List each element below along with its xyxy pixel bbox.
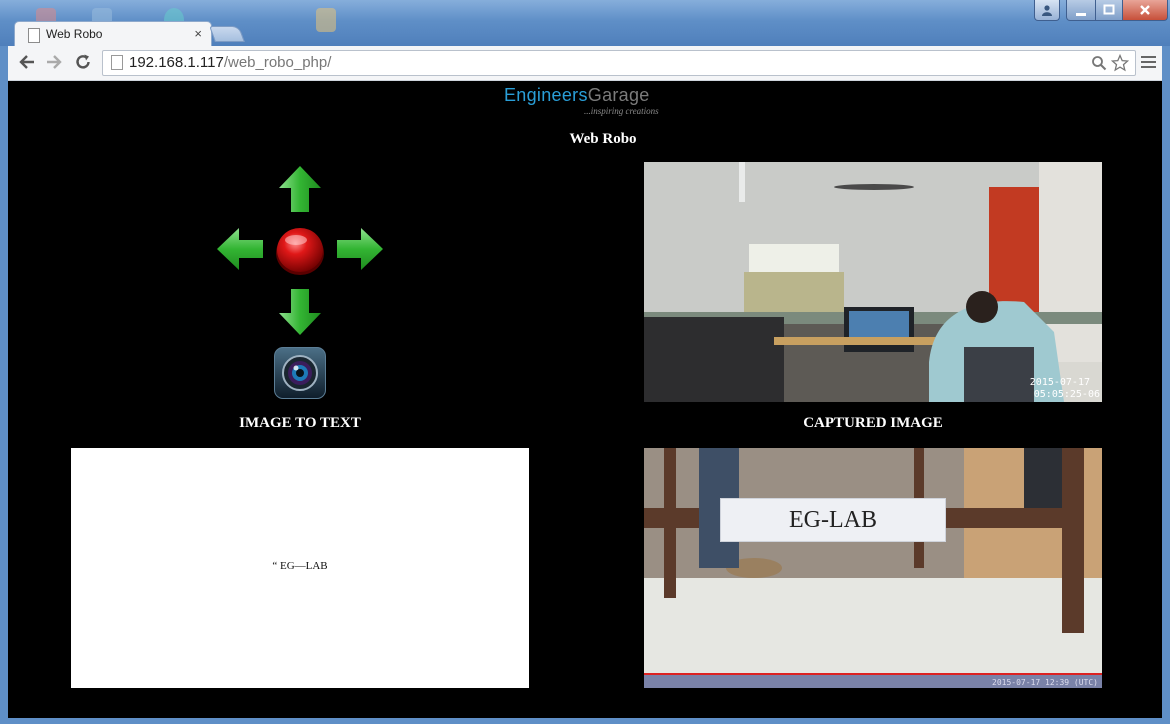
captured-footer: 2015-07-17 12:39 (UTC): [992, 678, 1098, 687]
maximize-icon: [1103, 4, 1115, 15]
page-title: Web Robo: [569, 131, 637, 147]
arrow-down-icon: [279, 289, 321, 335]
reload-button[interactable]: [71, 51, 95, 73]
user-icon: [1042, 5, 1052, 16]
move-right-button[interactable]: [336, 227, 384, 271]
logo-tagline: ...inspiring creations: [584, 106, 659, 116]
arrow-up-icon: [279, 166, 321, 212]
move-backward-button[interactable]: [278, 288, 322, 336]
move-left-button[interactable]: [216, 227, 264, 271]
new-tab-button[interactable]: [209, 26, 245, 42]
ocr-text: “ EG—LAB: [272, 560, 328, 572]
back-button[interactable]: [15, 51, 39, 73]
tab-title: Web Robo: [46, 27, 103, 41]
captured-image-heading: CAPTURED IMAGE: [803, 415, 943, 431]
captured-photo: [644, 448, 1102, 688]
feed-time: 05:05:25-06: [1033, 389, 1100, 400]
tab-close-icon[interactable]: ×: [194, 26, 202, 41]
stop-button[interactable]: [274, 224, 326, 278]
move-forward-button[interactable]: [278, 165, 322, 213]
ocr-result-panel: “ EG—LAB: [71, 448, 529, 688]
live-camera-feed: 2015-07-17 05:05:25-06: [644, 162, 1102, 402]
page-viewport: EngineersGarage ...inspiring creations W…: [8, 81, 1162, 718]
engineers-garage-logo[interactable]: EngineersGarage ...inspiring creations: [504, 85, 674, 116]
close-window-button[interactable]: [1122, 0, 1168, 21]
window-titlebar: Web Robo ×: [0, 0, 1170, 48]
browser-toolbar: 192.168.1.117/web_robo_php/: [8, 46, 1162, 81]
reload-icon: [76, 54, 90, 69]
minimize-icon: [1076, 13, 1086, 16]
address-url[interactable]: 192.168.1.117/web_robo_php/: [129, 54, 331, 71]
office-photo: [644, 162, 1102, 402]
user-profile-button[interactable]: [1034, 0, 1060, 21]
page-icon: [28, 28, 40, 43]
image-to-text-heading: IMAGE TO TEXT: [239, 415, 361, 431]
captured-sign: EG-LAB: [720, 498, 946, 542]
maximize-button[interactable]: [1095, 0, 1123, 21]
back-icon: [19, 55, 34, 69]
menu-icon[interactable]: [1141, 54, 1156, 70]
close-icon: [1140, 5, 1150, 15]
feed-date: 2015-07-17: [1029, 377, 1090, 388]
minimize-button[interactable]: [1066, 0, 1096, 21]
camera-icon: [282, 355, 318, 391]
star-icon[interactable]: [1111, 54, 1129, 72]
captured-image: EG-LAB 2015-07-17 12:39 (UTC): [644, 448, 1102, 688]
page-icon: [111, 55, 123, 70]
arrow-right-icon: [337, 228, 383, 270]
arrow-left-icon: [217, 228, 263, 270]
forward-button[interactable]: [42, 51, 66, 73]
forward-icon: [47, 55, 62, 69]
capture-image-button[interactable]: [274, 347, 326, 399]
tab-web-robo[interactable]: Web Robo ×: [14, 21, 212, 48]
desktop-icon: [316, 8, 336, 32]
search-icon[interactable]: [1091, 55, 1107, 71]
address-bar[interactable]: 192.168.1.117/web_robo_php/: [102, 50, 1136, 76]
stop-icon: [276, 228, 324, 275]
